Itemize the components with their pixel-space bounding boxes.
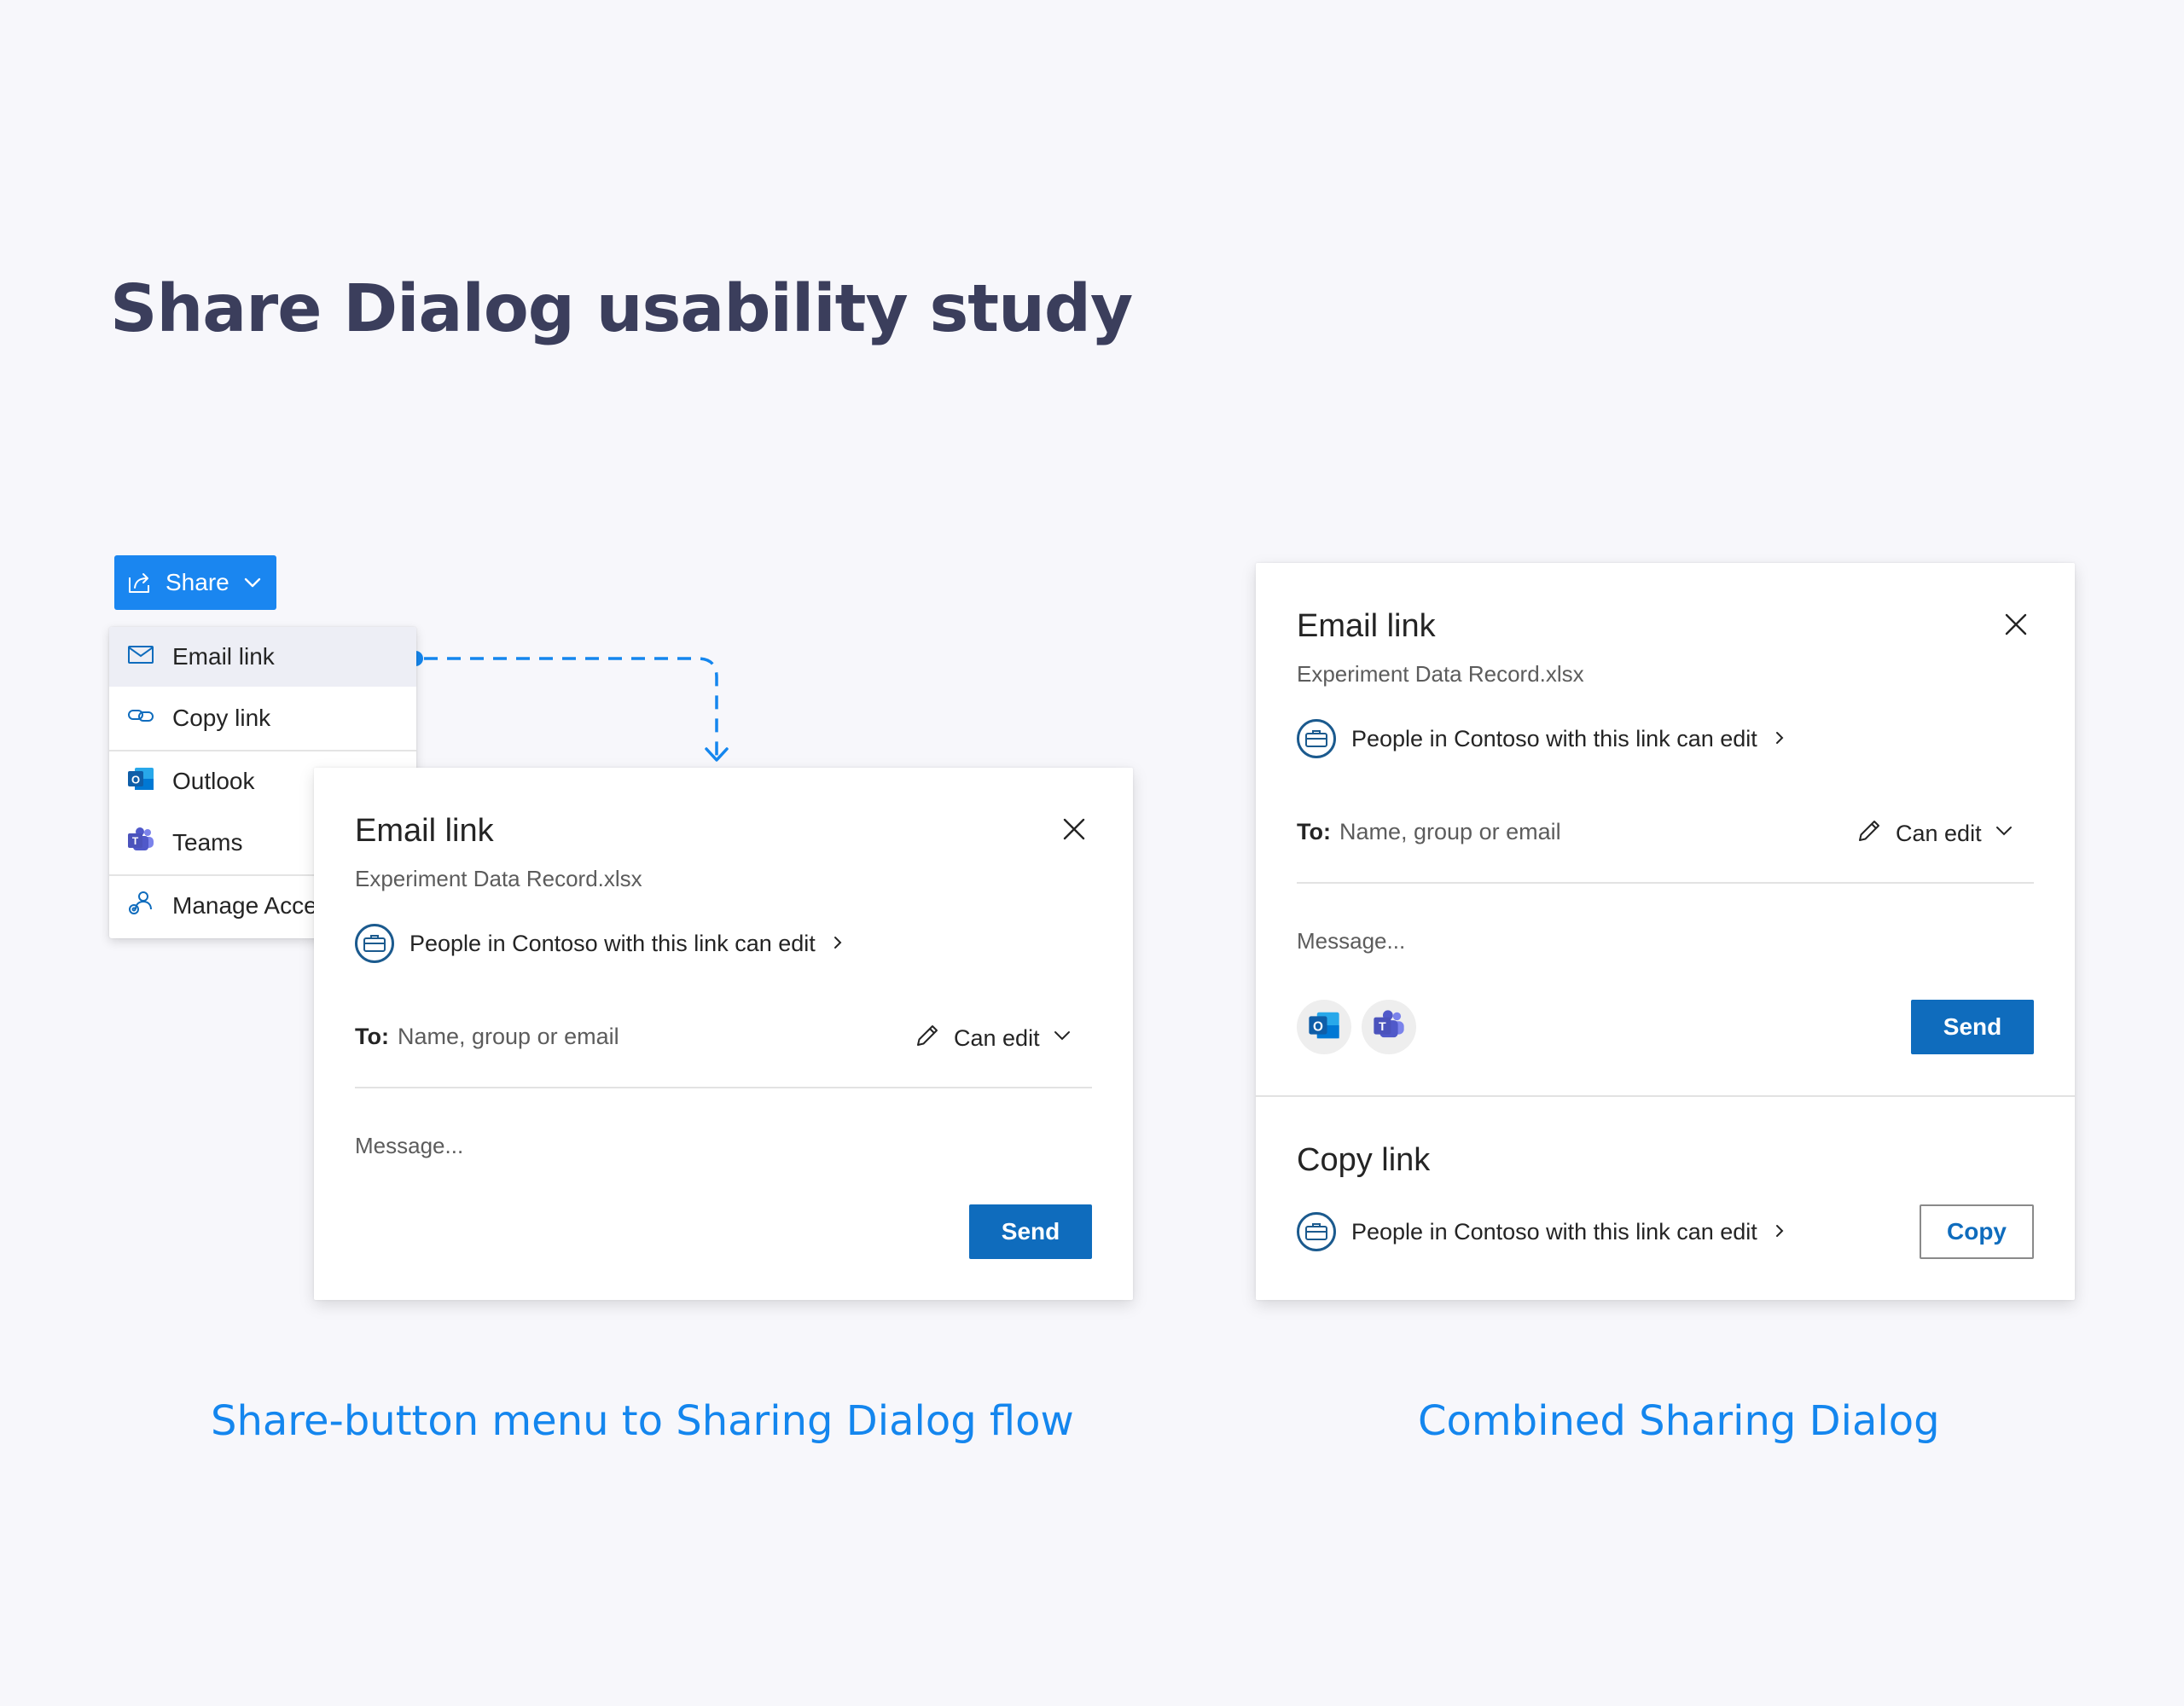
- pencil-icon: [913, 1021, 942, 1056]
- to-row: To:: [1297, 819, 1766, 845]
- permission-text: People in Contoso with this link can edi…: [410, 930, 816, 956]
- combined-sharing-dialog: Email link Experiment Data Record.xlsx P…: [1256, 563, 2075, 1300]
- briefcase-icon: [355, 924, 394, 963]
- recipient-input[interactable]: [1339, 819, 1766, 845]
- share-button[interactable]: Share: [114, 555, 276, 610]
- briefcase-icon: [1297, 1212, 1336, 1251]
- share-icon: [126, 569, 154, 596]
- chevron-down-icon: [1994, 821, 2014, 847]
- menu-item-copy-link[interactable]: Copy link: [109, 688, 416, 748]
- dialog-title: Email link: [355, 813, 494, 849]
- permission-text: People in Contoso with this link can edi…: [1351, 1218, 1757, 1245]
- caption-right: Combined Sharing Dialog: [1418, 1397, 1940, 1445]
- close-icon: [1062, 817, 1086, 845]
- send-button[interactable]: Send: [969, 1204, 1092, 1259]
- page-title: Share Dialog usability study: [110, 271, 1133, 347]
- can-edit-label: Can edit: [1896, 821, 1982, 846]
- menu-item-email-link[interactable]: Email link: [109, 627, 416, 687]
- manage-access-icon: [126, 889, 155, 924]
- share-via-outlook-button[interactable]: O: [1297, 1000, 1351, 1054]
- close-icon: [2004, 612, 2028, 641]
- section-divider: [1256, 1095, 2075, 1097]
- dialog-title: Email link: [1297, 608, 1436, 644]
- chevron-down-icon: [241, 572, 264, 594]
- email-link-dialog: Email link Experiment Data Record.xlsx P…: [314, 768, 1133, 1300]
- permission-dropdown[interactable]: Can edit: [1855, 816, 2014, 851]
- divider: [1297, 882, 2034, 884]
- to-label: To:: [355, 1024, 389, 1049]
- svg-text:O: O: [1313, 1019, 1323, 1034]
- menu-item-label: Email link: [172, 643, 275, 670]
- svg-text:O: O: [131, 773, 140, 786]
- svg-text:T: T: [132, 835, 139, 847]
- pencil-icon: [1855, 816, 1884, 851]
- briefcase-icon: [1297, 719, 1336, 758]
- caption-left: Share-button menu to Sharing Dialog flow: [211, 1397, 1074, 1445]
- link-icon: [126, 701, 155, 736]
- menu-item-label: Teams: [172, 829, 243, 856]
- link-permission-setting[interactable]: People in Contoso with this link can edi…: [1297, 719, 1786, 758]
- close-button[interactable]: [1999, 609, 2033, 643]
- chevron-right-icon: [1773, 726, 1786, 752]
- close-button[interactable]: [1057, 814, 1091, 848]
- menu-item-label: Copy link: [172, 705, 271, 731]
- message-input[interactable]: [1297, 928, 1894, 955]
- svg-text:T: T: [1379, 1018, 1386, 1032]
- link-permission-setting[interactable]: People in Contoso with this link can edi…: [355, 924, 845, 963]
- mail-icon: [126, 640, 155, 675]
- teams-icon: T: [1372, 1008, 1406, 1047]
- file-name: Experiment Data Record.xlsx: [1297, 661, 1584, 687]
- send-button[interactable]: Send: [1911, 1000, 2034, 1054]
- to-row: To:: [355, 1024, 824, 1050]
- can-edit-label: Can edit: [954, 1025, 1040, 1051]
- share-button-label: Share: [166, 569, 229, 595]
- chevron-right-icon: [831, 931, 845, 957]
- chevron-right-icon: [1773, 1219, 1786, 1245]
- outlook-icon: O: [126, 764, 155, 799]
- share-via-teams-button[interactable]: T: [1362, 1000, 1416, 1054]
- menu-item-label: Outlook: [172, 768, 255, 794]
- permission-dropdown[interactable]: Can edit: [913, 1021, 1072, 1056]
- menu-item-label: Manage Acce: [172, 892, 317, 919]
- permission-text: People in Contoso with this link can edi…: [1351, 725, 1757, 751]
- message-input[interactable]: [355, 1133, 952, 1159]
- copy-button[interactable]: Copy: [1920, 1204, 2034, 1259]
- file-name: Experiment Data Record.xlsx: [355, 866, 642, 891]
- to-label: To:: [1297, 819, 1331, 844]
- divider: [355, 1087, 1092, 1088]
- copy-link-permission-setting[interactable]: People in Contoso with this link can edi…: [1297, 1212, 1786, 1251]
- teams-icon: T: [126, 826, 155, 861]
- outlook-icon: O: [1307, 1008, 1341, 1047]
- copy-link-title: Copy link: [1297, 1142, 1431, 1178]
- chevron-down-icon: [1052, 1025, 1072, 1052]
- recipient-input[interactable]: [397, 1024, 824, 1050]
